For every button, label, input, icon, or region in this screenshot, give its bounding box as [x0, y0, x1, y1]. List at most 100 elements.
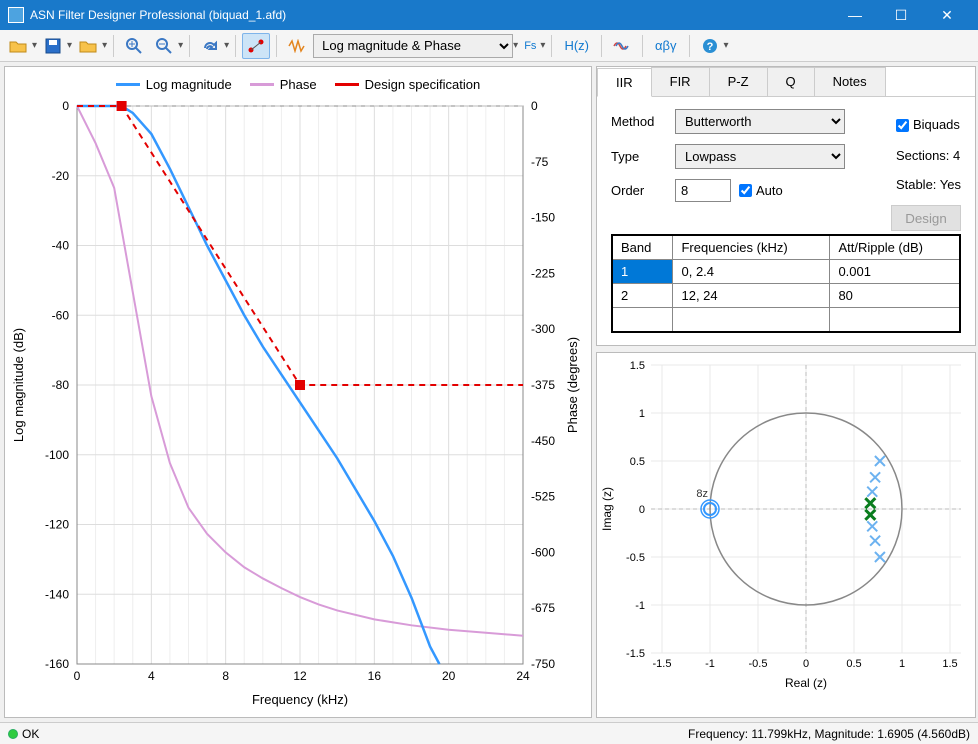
- response-chart[interactable]: Log magnitude Phase Design specification…: [4, 66, 592, 718]
- svg-text:0: 0: [531, 99, 538, 113]
- close-button[interactable]: ✕: [924, 0, 970, 30]
- folder-button[interactable]: [74, 33, 102, 59]
- svg-text:-1: -1: [635, 600, 645, 612]
- ok-icon: [8, 729, 18, 739]
- svg-text:1: 1: [899, 658, 905, 670]
- order-input[interactable]: [675, 179, 731, 202]
- svg-text:0.5: 0.5: [846, 658, 861, 670]
- title-bar: ASN Filter Designer Professional (biquad…: [0, 0, 978, 30]
- zoom-out-button[interactable]: [150, 33, 178, 59]
- svg-text:-675: -675: [531, 601, 555, 615]
- svg-text:Phase (degrees): Phase (degrees): [565, 337, 580, 433]
- svg-text:-450: -450: [531, 434, 555, 448]
- tab-q[interactable]: Q: [767, 67, 815, 96]
- chevron-down-icon[interactable]: ▾: [224, 40, 229, 51]
- biquads-checkbox[interactable]: Biquads: [896, 111, 960, 140]
- toolbar: ▾ ▾ ▾ ▾ ▾ Log magnitude & Phase▾ Fs▾ H(z…: [0, 30, 978, 62]
- svg-text:-1.5: -1.5: [653, 658, 672, 670]
- svg-text:?: ?: [706, 41, 713, 53]
- svg-text:-525: -525: [531, 490, 555, 504]
- order-label: Order: [611, 183, 667, 198]
- hz-button[interactable]: H(z): [558, 38, 595, 53]
- greek-button[interactable]: αβγ: [649, 38, 683, 53]
- svg-text:-600: -600: [531, 545, 555, 559]
- status-bar: OK Frequency: 11.799kHz, Magnitude: 1.69…: [0, 722, 978, 744]
- tab-fir[interactable]: FIR: [651, 67, 710, 96]
- chevron-down-icon[interactable]: ▾: [724, 40, 729, 51]
- svg-text:0: 0: [803, 658, 809, 670]
- design-panel: IIR FIR P-Z Q Notes Method Butterworth T…: [596, 66, 976, 346]
- maximize-button[interactable]: ☐: [878, 0, 924, 30]
- save-button[interactable]: [39, 33, 67, 59]
- design-button[interactable]: Design: [891, 205, 961, 231]
- svg-text:8: 8: [222, 669, 229, 683]
- tab-notes[interactable]: Notes: [814, 67, 886, 96]
- marker-tool-button[interactable]: [242, 33, 270, 59]
- chevron-down-icon[interactable]: ▾: [32, 40, 37, 51]
- svg-text:4: 4: [148, 669, 155, 683]
- svg-text:16: 16: [368, 669, 382, 683]
- svg-text:Frequency (kHz): Frequency (kHz): [252, 692, 348, 707]
- help-button[interactable]: ?: [696, 33, 724, 59]
- redo-button[interactable]: [196, 33, 224, 59]
- svg-text:-80: -80: [52, 378, 70, 392]
- svg-text:-140: -140: [45, 587, 69, 601]
- svg-text:-160: -160: [45, 657, 69, 671]
- tab-iir[interactable]: IIR: [597, 68, 652, 97]
- chevron-down-icon[interactable]: ▾: [513, 40, 518, 51]
- svg-text:1: 1: [639, 408, 645, 420]
- chevron-down-icon[interactable]: ▾: [102, 40, 107, 51]
- svg-text:-225: -225: [531, 266, 555, 280]
- type-select[interactable]: Lowpass: [675, 144, 845, 169]
- svg-text:-750: -750: [531, 657, 555, 671]
- chevron-down-icon[interactable]: ▾: [67, 40, 72, 51]
- stable-text: Stable: Yes: [896, 171, 961, 200]
- method-select[interactable]: Butterworth: [675, 109, 845, 134]
- window-title: ASN Filter Designer Professional (biquad…: [30, 8, 832, 22]
- svg-text:-1.5: -1.5: [626, 648, 645, 660]
- tab-pz[interactable]: P-Z: [709, 67, 768, 96]
- method-label: Method: [611, 114, 667, 129]
- svg-text:8z: 8z: [696, 488, 708, 500]
- svg-text:-1: -1: [705, 658, 715, 670]
- svg-text:-75: -75: [531, 155, 549, 169]
- signal-button[interactable]: [283, 33, 311, 59]
- svg-text:-0.5: -0.5: [626, 552, 645, 564]
- status-ok: OK: [22, 727, 39, 741]
- pz-chart[interactable]: -1.5 -1 -0.5 0 0.5 1 1.5 -1.5 -1 -0.5 0 0.5 1 1.5 8z Re…: [596, 352, 976, 718]
- svg-text:0: 0: [74, 669, 81, 683]
- band-table[interactable]: Band Frequencies (kHz) Att/Ripple (dB) 1…: [611, 234, 961, 333]
- svg-text:-300: -300: [531, 322, 555, 336]
- wave-button[interactable]: [608, 33, 636, 59]
- svg-text:Imag (z): Imag (z): [600, 487, 614, 531]
- minimize-button[interactable]: —: [832, 0, 878, 30]
- chevron-down-icon[interactable]: ▾: [178, 40, 183, 51]
- svg-text:Log magnitude (dB): Log magnitude (dB): [11, 328, 26, 442]
- table-row: 2 12, 24 80: [612, 284, 960, 308]
- svg-text:1.5: 1.5: [630, 360, 645, 372]
- svg-text:0: 0: [62, 99, 69, 113]
- table-row: 1 0, 2.4 0.001: [612, 260, 960, 284]
- svg-text:-0.5: -0.5: [749, 658, 768, 670]
- svg-text:0: 0: [639, 504, 645, 516]
- svg-text:0.5: 0.5: [630, 456, 645, 468]
- zoom-in-button[interactable]: [120, 33, 148, 59]
- svg-text:-40: -40: [52, 239, 70, 253]
- view-select[interactable]: Log magnitude & Phase: [313, 34, 513, 58]
- svg-text:Real (z): Real (z): [785, 676, 827, 690]
- status-readout: Frequency: 11.799kHz, Magnitude: 1.6905 …: [688, 727, 970, 741]
- table-row: [612, 308, 960, 333]
- fs-label[interactable]: Fs: [520, 40, 540, 52]
- svg-text:-100: -100: [45, 448, 69, 462]
- chevron-down-icon[interactable]: ▾: [540, 40, 545, 51]
- svg-text:20: 20: [442, 669, 456, 683]
- open-button[interactable]: [4, 33, 32, 59]
- auto-checkbox[interactable]: Auto: [739, 183, 795, 198]
- svg-text:12: 12: [293, 669, 307, 683]
- svg-text:-60: -60: [52, 308, 70, 322]
- svg-text:1.5: 1.5: [942, 658, 957, 670]
- svg-text:-375: -375: [531, 378, 555, 392]
- svg-text:-120: -120: [45, 518, 69, 532]
- app-icon: [8, 7, 24, 23]
- svg-text:24: 24: [516, 669, 530, 683]
